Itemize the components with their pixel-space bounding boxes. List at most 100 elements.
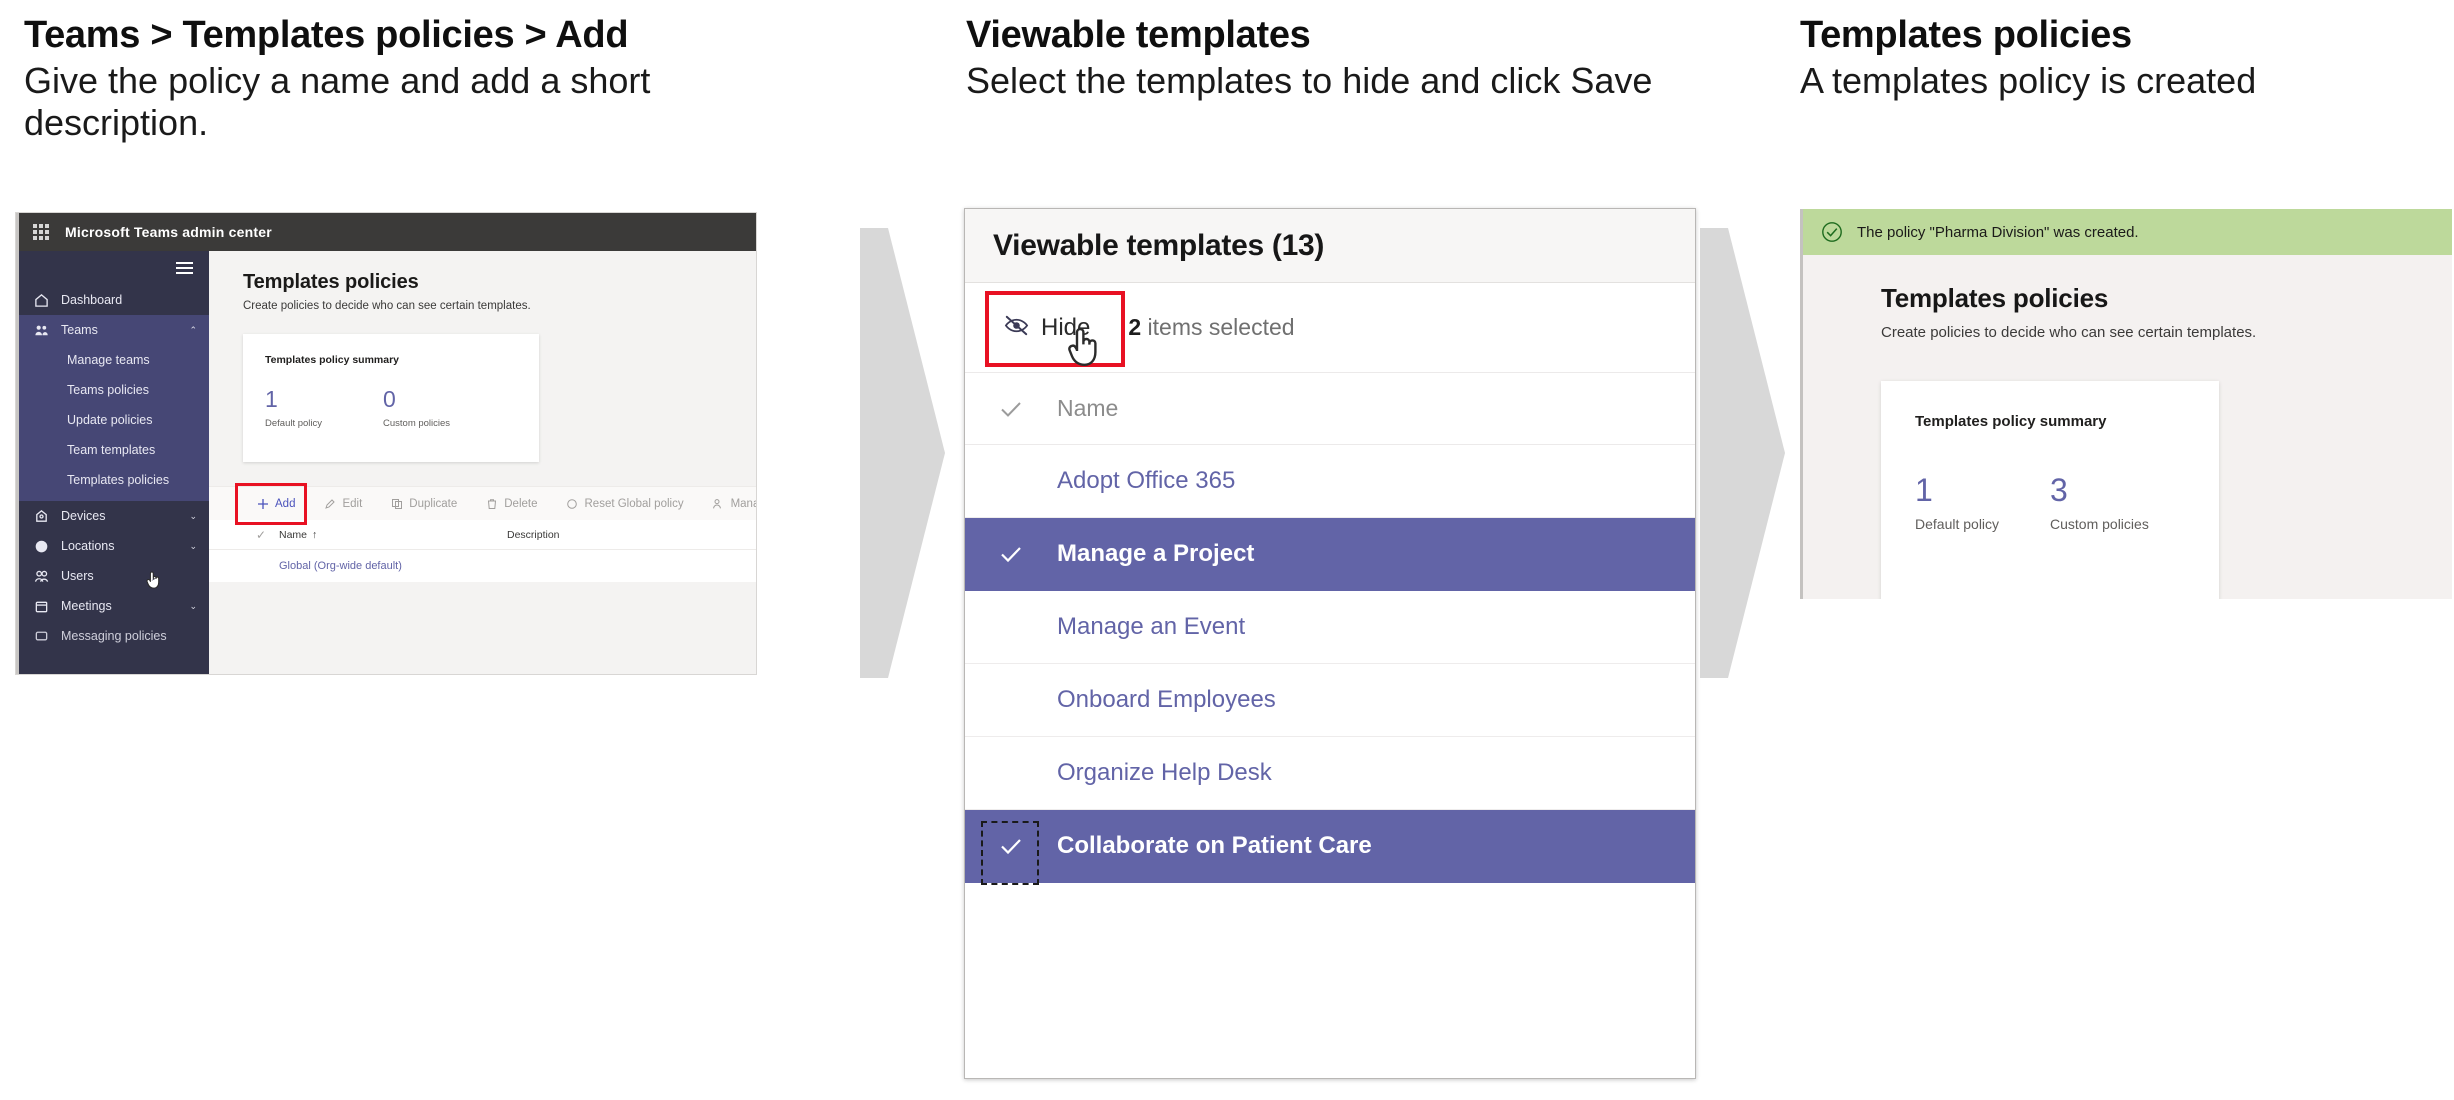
subnav-label: Manage teams — [67, 353, 150, 367]
table-row[interactable]: Manage an Event — [965, 591, 1695, 664]
templates-toolbar: Hide 2 items selected — [965, 283, 1695, 373]
hamburger-icon[interactable] — [19, 251, 209, 285]
page-title: Templates policies — [243, 271, 419, 293]
page-subtitle: Create policies to decide who can see ce… — [1881, 324, 2257, 341]
sidebar-item-label: Dashboard — [61, 293, 123, 307]
sidebar-item-templates-policies[interactable]: Templates policies — [19, 465, 209, 495]
table-row[interactable]: Manage a Project — [965, 518, 1695, 591]
screenshot-viewable-templates: Viewable templates (13) Hide 2 items sel… — [964, 208, 1696, 1079]
teams-subnav: Manage teams Teams policies Update polic… — [19, 345, 209, 501]
hide-button[interactable]: Hide — [989, 302, 1104, 354]
summary-stats: 1 Default policy 3 Custom policies — [1915, 474, 2185, 532]
command-label: Manage users — [730, 497, 756, 510]
sidebar-item-label: Locations — [61, 539, 115, 553]
app-title: Microsoft Teams admin center — [65, 224, 272, 240]
column-header-name[interactable]: Name — [1057, 395, 1118, 422]
plus-icon — [256, 497, 269, 510]
template-name[interactable]: Adopt Office 365 — [1057, 467, 1235, 495]
column-label: Name — [279, 528, 308, 541]
calendar-icon — [33, 598, 50, 615]
stat-value: 3 — [2050, 472, 2068, 508]
chevron-up-icon: ⌃ — [189, 324, 197, 335]
sidebar-item-label: Teams — [61, 323, 98, 337]
check-icon — [1001, 547, 1021, 563]
users-icon — [33, 568, 50, 585]
select-all-checkbox[interactable]: ✓ — [243, 528, 279, 542]
sidebar-item-messaging-policies[interactable]: Messaging policies — [19, 621, 209, 651]
sidebar-item-devices[interactable]: Devices ⌄ — [19, 501, 209, 531]
sidebar-item-meetings[interactable]: Meetings ⌄ — [19, 591, 209, 621]
slide-canvas: Teams > Templates policies > Add Give th… — [0, 0, 2454, 1100]
sidebar-item-locations[interactable]: Locations ⌄ — [19, 531, 209, 561]
table-row[interactable]: Onboard Employees — [965, 664, 1695, 737]
step-1-subtitle: Give the policy a name and add a short d… — [24, 59, 651, 144]
column-header-description[interactable]: Description — [507, 529, 560, 541]
delete-button[interactable]: Delete — [472, 487, 550, 521]
success-message-bar: The policy "Pharma Division" was created… — [1803, 209, 2452, 255]
manage-users-button[interactable]: Manage users — [699, 487, 756, 521]
select-all-checkbox[interactable] — [965, 396, 1057, 422]
copy-icon — [390, 497, 403, 510]
sidebar-item-team-templates[interactable]: Team templates — [19, 435, 209, 465]
sidebar-item-users[interactable]: Users — [19, 561, 209, 591]
column-header-name[interactable]: Name ↑ — [279, 529, 507, 541]
stat-label: Custom policies — [383, 418, 451, 429]
caption-step-1: Teams > Templates policies > Add Give th… — [24, 14, 724, 144]
template-name[interactable]: Manage an Event — [1057, 613, 1245, 641]
template-name[interactable]: Manage a Project — [1057, 540, 1254, 568]
command-label: Add — [275, 497, 296, 510]
success-message-text: The policy "Pharma Division" was created… — [1857, 223, 2139, 241]
step-3-subtitle: A templates policy is created — [1800, 59, 2257, 101]
panel-title: Viewable templates (13) — [993, 228, 1325, 262]
check-icon — [1001, 839, 1021, 855]
table-row[interactable]: Global (Org-wide default) — [209, 550, 756, 582]
chevron-down-icon: ⌄ — [189, 510, 197, 521]
refresh-icon — [566, 497, 579, 510]
sidebar-item-teams[interactable]: Teams ⌃ — [19, 315, 209, 345]
check-circle-icon — [1821, 221, 1843, 243]
template-name[interactable]: Onboard Employees — [1057, 686, 1276, 714]
template-name[interactable]: Collaborate on Patient Care — [1057, 832, 1372, 860]
sidebar-item-label: Messaging policies — [61, 629, 167, 643]
table-row[interactable]: Organize Help Desk — [965, 737, 1695, 810]
subnav-label: Teams policies — [67, 383, 149, 397]
arrow-step2-to-step3 — [1700, 228, 1800, 683]
step-2-subtitle: Select the templates to hide and click S… — [966, 59, 1653, 101]
template-name[interactable]: Organize Help Desk — [1057, 759, 1272, 787]
sidebar-item-manage-teams[interactable]: Manage teams — [19, 345, 209, 375]
summary-stats: 1 Default policy 0 Custom policies — [265, 388, 517, 430]
screenshot-teams-admin-center: Microsoft Teams admin center Dashboard T… — [16, 213, 756, 674]
table-row[interactable]: Adopt Office 365 — [965, 445, 1695, 518]
reset-global-policy-button[interactable]: Reset Global policy — [553, 487, 697, 521]
sidebar-item-dashboard[interactable]: Dashboard — [19, 285, 209, 315]
viewable-templates-header: Viewable templates (13) — [965, 209, 1695, 283]
sidebar-item-update-policies[interactable]: Update policies — [19, 405, 209, 435]
sort-ascending-icon: ↑ — [312, 528, 318, 541]
stat-custom-policies: 0 Custom policies — [383, 388, 501, 430]
row-checkbox[interactable] — [965, 821, 1057, 885]
duplicate-button[interactable]: Duplicate — [377, 487, 470, 521]
globe-icon — [33, 538, 50, 555]
arrow-step1-to-step2 — [860, 228, 960, 683]
sidebar-item-label: Meetings — [61, 599, 112, 613]
admin-center-main: Templates policies Create policies to de… — [209, 251, 756, 674]
templates-policy-summary-card: Templates policy summary 1 Default polic… — [243, 334, 539, 462]
table-row[interactable]: Collaborate on Patient Care — [965, 810, 1695, 885]
sidebar-item-teams-policies[interactable]: Teams policies — [19, 375, 209, 405]
edit-button[interactable]: Edit — [310, 487, 375, 521]
stat-label: Default policy — [265, 418, 323, 429]
waffle-icon[interactable] — [33, 224, 49, 240]
add-button[interactable]: Add — [243, 487, 308, 521]
pencil-icon — [323, 497, 336, 510]
policy-name-link[interactable]: Global (Org-wide default) — [279, 560, 507, 572]
command-label: Delete — [504, 497, 538, 510]
chevron-down-icon: ⌄ — [189, 600, 197, 611]
stat-default-policy: 1 Default policy — [265, 388, 383, 430]
policy-page-body: Templates policies Create policies to de… — [1803, 255, 2452, 599]
row-checkbox[interactable] — [965, 541, 1057, 567]
command-label: Edit — [342, 497, 363, 510]
person-add-icon — [712, 497, 725, 510]
summary-card-title: Templates policy summary — [1915, 413, 2107, 430]
summary-card-title: Templates policy summary — [265, 354, 400, 366]
page-title: Templates policies — [1881, 283, 2109, 313]
